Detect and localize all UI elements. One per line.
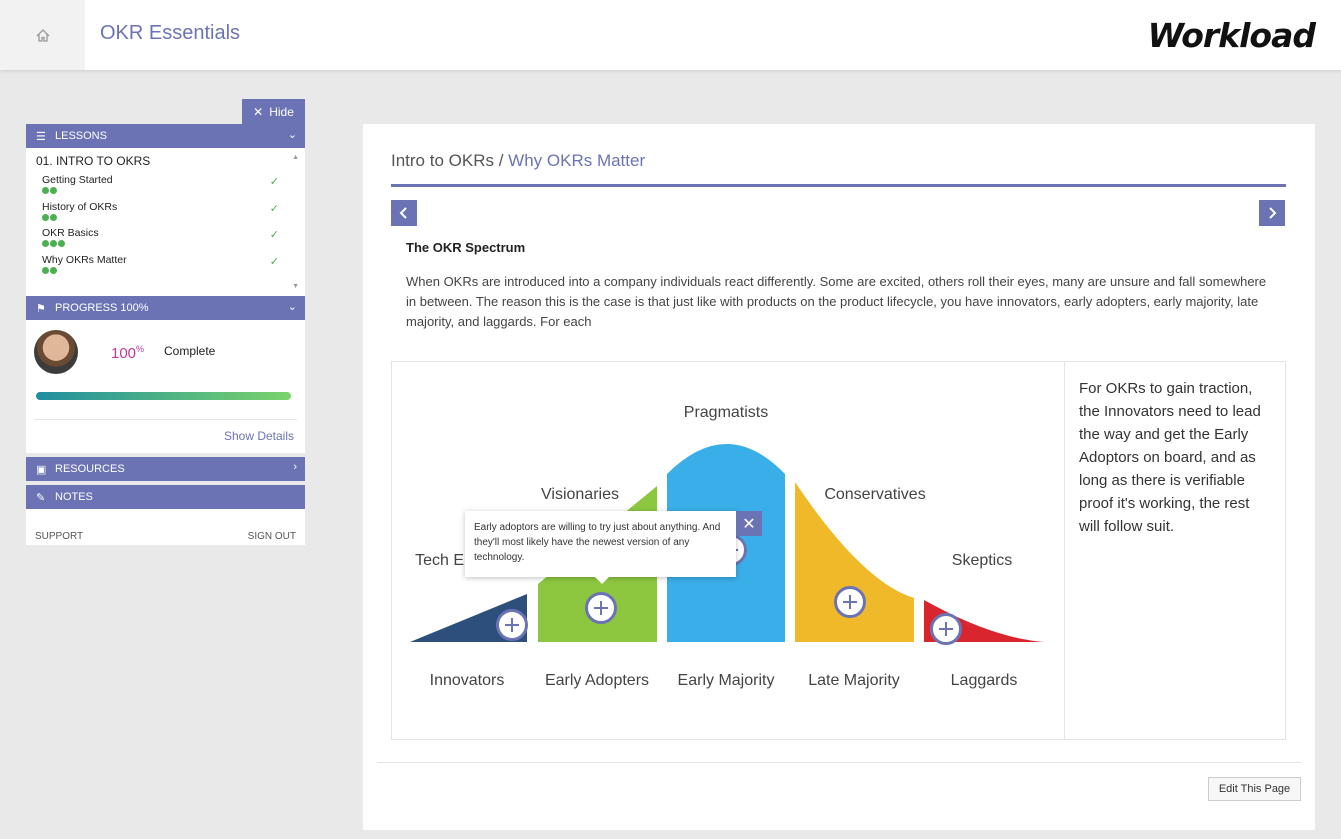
scroll-down-icon[interactable]: ▼ — [292, 283, 299, 290]
sign-out-link[interactable]: SIGN OUT — [248, 531, 296, 542]
sidebar-footer: SUPPORT SIGN OUT — [26, 509, 305, 545]
check-icon: ✓ — [269, 202, 279, 215]
lessons-list: 01. INTRO TO OKRS Getting Started ✓ Histor… — [26, 148, 305, 296]
progress-dot — [50, 240, 57, 247]
show-details-link[interactable]: Show Details — [224, 429, 294, 443]
progress-dot — [42, 240, 49, 247]
lesson-progress-dots — [42, 187, 295, 194]
progress-dot — [42, 213, 49, 221]
lesson-label: Why OKRs Matter — [42, 253, 127, 266]
chevron-left-icon — [399, 207, 407, 219]
edit-icon: ✎ — [36, 491, 46, 504]
next-page-button[interactable] — [1259, 200, 1285, 226]
resources-heading: RESOURCES — [55, 463, 125, 475]
segment-bottom-label: Early Adopters — [544, 672, 650, 689]
segment-bottom-label: Early Majority — [677, 672, 775, 689]
progress-bar — [36, 392, 291, 400]
breadcrumb-parent[interactable]: Intro to OKRs / — [391, 151, 508, 170]
card-divider — [377, 762, 1301, 763]
progress-dot — [50, 266, 57, 274]
lesson-label: Getting Started — [42, 174, 113, 186]
progress-dot — [42, 266, 49, 274]
edit-page-button[interactable]: Edit This Page — [1208, 777, 1301, 801]
home-button[interactable] — [0, 0, 85, 70]
workload-logo[interactable]: Workload — [1148, 16, 1316, 55]
support-link[interactable]: SUPPORT — [35, 531, 83, 542]
lesson-label: History of OKRs — [42, 200, 118, 213]
progress-dot — [42, 187, 49, 194]
lesson-card: Intro to OKRs / Why OKRs Matter The OKR … — [363, 124, 1315, 830]
okr-spectrum-diagram: Tech En Visionaries Pragmatists Conservativ… — [392, 362, 1064, 739]
segment-bottom-label: Laggards — [950, 672, 1018, 689]
interactive-diagram: Tech En Visionaries Pragmatists Conservativ… — [391, 361, 1286, 740]
section-title: The OKR Spectrum — [406, 240, 526, 255]
lesson-progress-dots — [42, 213, 295, 221]
hide-sidebar-button[interactable]: ✕ Hide — [242, 99, 305, 124]
notes-heading: NOTES — [55, 491, 93, 503]
body-text: When OKRs are introduced into a company … — [406, 274, 1267, 329]
progress-percent: 100% — [111, 344, 145, 362]
early-adopters-hotspot[interactable] — [585, 592, 617, 624]
lesson-item[interactable]: History of OKRs ✓ — [36, 198, 295, 225]
progress-panel: 100% Complete Show Details — [26, 320, 305, 453]
late-majority-shape — [795, 482, 914, 642]
lesson-item[interactable]: Why OKRs Matter ✓ — [36, 251, 295, 278]
briefcase-icon: ▣ — [36, 463, 47, 476]
hide-label: Hide — [269, 104, 294, 119]
resources-header[interactable]: ▣ RESOURCES › — [26, 457, 305, 481]
segment-top-label: Skeptics — [951, 552, 1013, 569]
close-icon: ✕ — [742, 515, 756, 533]
divider — [34, 419, 297, 420]
scroll-up-icon[interactable]: ▲ — [292, 154, 299, 161]
late-majority-hotspot[interactable] — [834, 586, 866, 618]
segment-bottom-label: Late Majority — [808, 672, 900, 689]
progress-dot — [50, 213, 57, 221]
progress-heading: PROGRESS 100% — [55, 302, 149, 314]
lesson-progress-dots — [42, 240, 295, 247]
avatar — [34, 330, 78, 374]
lessons-heading: LESSONS — [55, 130, 107, 142]
tooltip-close-button[interactable]: ✕ — [736, 511, 762, 536]
progress-header[interactable]: ⚑ PROGRESS 100% ⌄ — [26, 296, 305, 320]
lesson-item[interactable]: OKR Basics ✓ — [36, 224, 295, 251]
laggards-hotspot[interactable] — [930, 613, 962, 645]
chevron-down-icon: ⌄ — [287, 301, 297, 313]
breadcrumb-current: Why OKRs Matter — [508, 151, 646, 170]
lesson-label: OKR Basics — [42, 227, 99, 239]
check-icon: ✓ — [269, 229, 279, 241]
segment-bottom-label: Innovators — [429, 672, 505, 689]
lesson-item[interactable]: Getting Started ✓ — [36, 171, 295, 198]
tooltip: Early adoptors are willing to try just a… — [465, 511, 736, 584]
chevron-right-icon: › — [293, 461, 297, 473]
segment-top-label: Visionaries — [541, 486, 619, 503]
close-icon: ✕ — [253, 104, 264, 119]
innovators-hotspot[interactable] — [496, 609, 528, 641]
flag-icon: ⚑ — [36, 302, 46, 315]
lesson-progress-dots — [42, 266, 295, 274]
progress-dot — [58, 240, 65, 247]
segment-top-label: Conservatives — [824, 486, 926, 503]
lessons-header[interactable]: ☰ LESSONS ⌄ — [26, 124, 305, 148]
breadcrumb: Intro to OKRs / Why OKRs Matter — [391, 151, 645, 171]
list-icon: ☰ — [36, 130, 46, 143]
progress-dot — [50, 187, 57, 194]
side-text: For OKRs to gain traction, the Innovator… — [1064, 362, 1286, 739]
top-bar: OKR Essentials Workload — [0, 0, 1341, 70]
app-title: OKR Essentials — [100, 22, 241, 44]
sidebar: ☰ LESSONS ⌄ 01. INTRO TO OKRS Getting St… — [26, 124, 305, 545]
previous-page-button[interactable] — [391, 200, 417, 226]
check-icon: ✓ — [269, 176, 279, 188]
chevron-right-icon — [1269, 207, 1277, 219]
segment-top-label: Pragmatists — [683, 404, 769, 421]
check-icon: ✓ — [269, 255, 279, 268]
title-underline — [391, 184, 1286, 187]
module-title: 01. INTRO TO OKRS — [36, 154, 151, 168]
notes-header[interactable]: ✎ NOTES — [26, 485, 305, 509]
progress-status: Complete — [164, 344, 216, 358]
home-icon — [36, 28, 49, 42]
chevron-down-icon: ⌄ — [287, 129, 297, 141]
